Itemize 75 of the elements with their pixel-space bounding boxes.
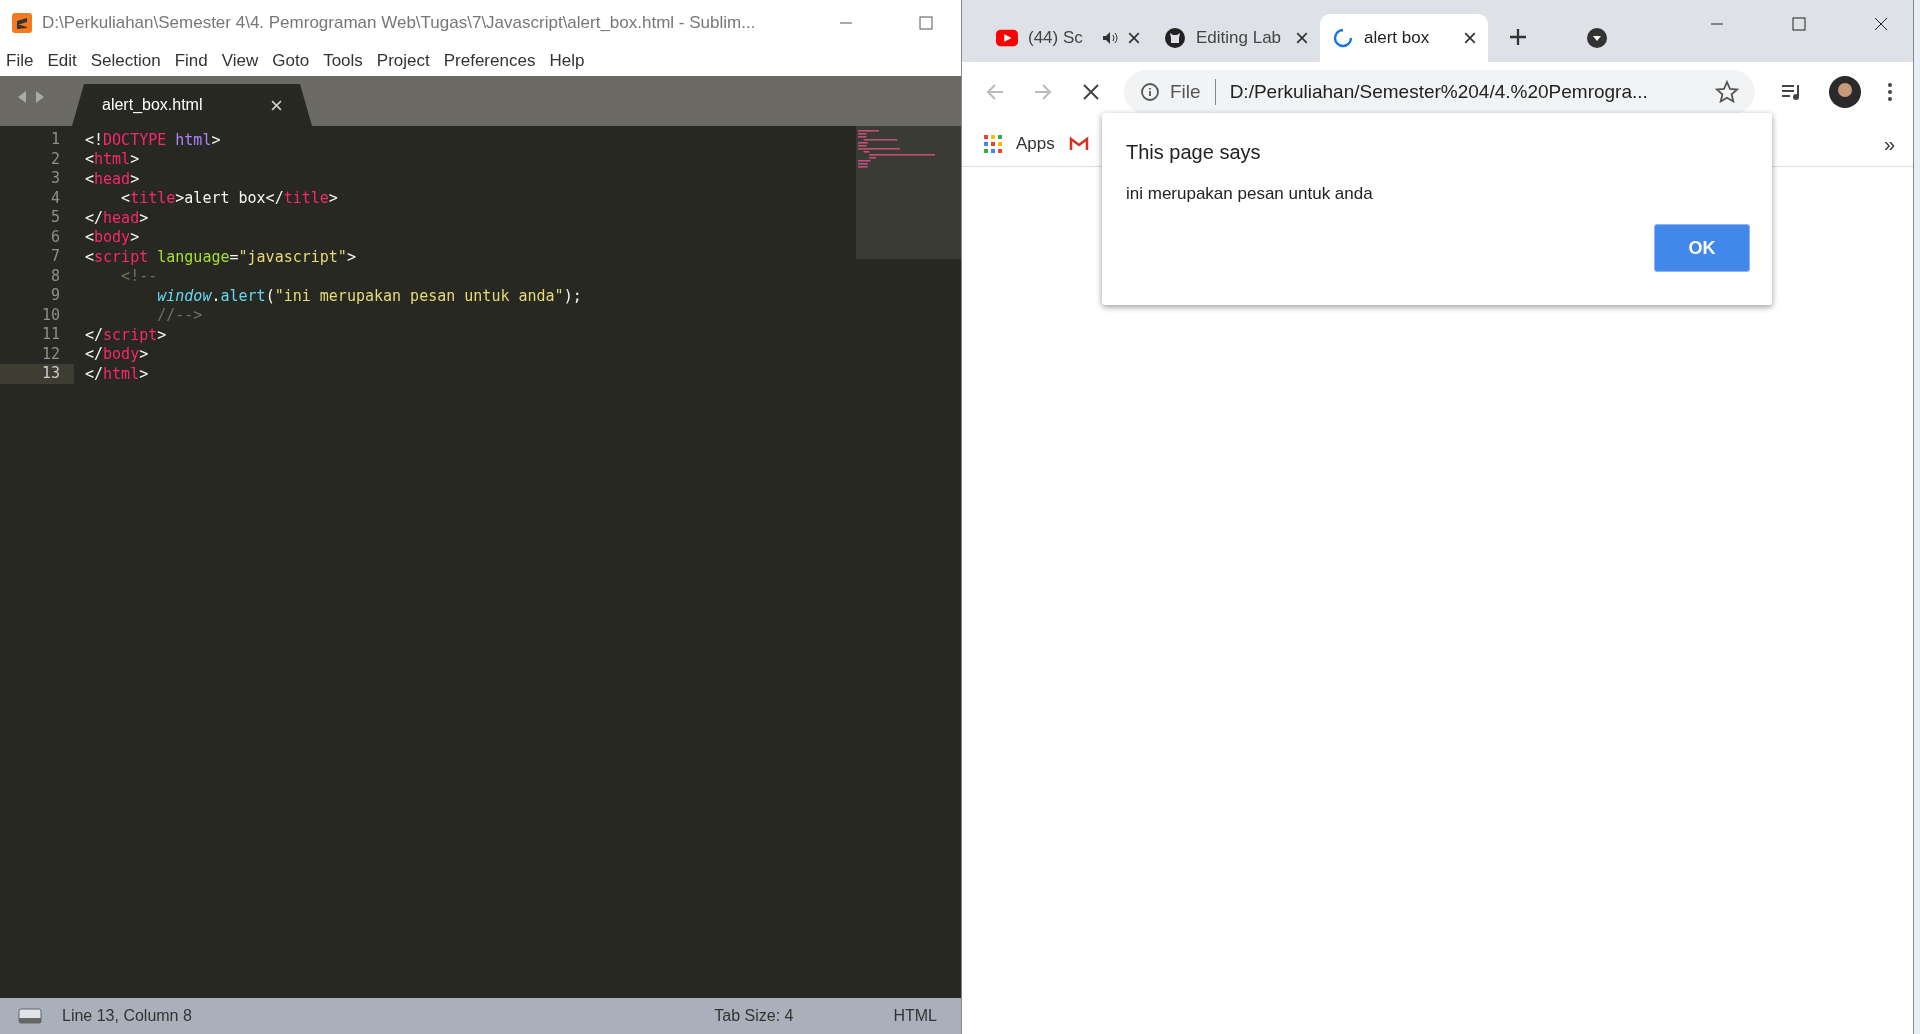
line-number: 1 [49,130,61,150]
line-number: 8 [49,266,61,286]
dialog-message: ini merupakan pesan untuk anda [1126,184,1374,204]
close-icon[interactable] [1874,17,1888,31]
cat-logo-icon [1164,28,1186,48]
cursor-position: Line 13, Column 8 [62,1007,192,1025]
line-number: 4 [49,188,61,208]
menu-item[interactable]: Help [549,51,585,71]
tab-size[interactable]: Tab Size: 4 [714,1007,794,1025]
tab-title: Editing Lab [1196,28,1283,48]
window-title: D:\Perkuliahan\Semester 4\4. Pemrograman Web\Tugas\7\Javascript\alert_box.html - Sublim... [42,13,756,33]
file-tab[interactable]: alert_box.html [72,84,312,126]
browser-tab[interactable]: (44) Sc [984,14,1152,62]
menu-item[interactable]: File [6,51,34,71]
menu-item[interactable]: Find [174,51,208,71]
panel-icon[interactable] [18,1008,42,1024]
line-number: 6 [49,227,61,247]
code-line: <!DOCTYPE html> [84,130,221,149]
star-icon[interactable] [1715,80,1739,104]
code-line: <script language="javascript"> [84,247,356,266]
code-line: //--> [156,306,203,325]
avatar[interactable] [1829,76,1861,108]
close-icon[interactable] [1464,32,1476,44]
address-bar[interactable]: File D:/Perkuliahan/Semester%204/4.%20Pemrogra... [1124,70,1755,114]
code-line: <!-- [120,267,158,286]
menu-item[interactable]: Selection [90,51,161,71]
code-line: </body> [84,345,149,364]
code-line: </script> [84,325,167,344]
mail-icon[interactable] [1068,136,1089,152]
speaker-icon[interactable] [1102,31,1118,45]
ok-button[interactable]: OK [1654,224,1750,272]
new-tab-icon[interactable] [1510,29,1526,45]
menu-item[interactable]: Goto [272,51,310,71]
browser-tab[interactable]: alert box [1320,14,1488,62]
code-line: </head> [84,208,149,227]
tab-title: alert box [1364,28,1431,48]
menu-item[interactable]: Project [376,51,430,71]
menu-item[interactable]: View [221,51,259,71]
url-text: D:/Perkuliahan/Semester%204/4.%20Pemrogra... [1229,81,1648,103]
code-line: <html> [84,150,140,169]
code-line: <title>alert box</title> [120,189,338,208]
line-number: 3 [49,169,61,189]
line-number: 12 [40,344,61,364]
scheme-label: File [1170,81,1201,103]
menu-item[interactable]: Preferences [443,51,536,71]
overflow-chevron[interactable]: » [1883,132,1895,156]
line-number: 2 [49,149,61,169]
code-line: window.alert("ini merupakan pesan untuk anda"); [156,286,582,305]
app-logo-icon [12,13,32,33]
info-icon[interactable] [1140,82,1160,102]
browser-tab[interactable]: Editing Lab [1152,14,1320,62]
line-number: 13 [0,364,74,384]
tab-title: (44) Sc [1028,28,1084,48]
close-icon[interactable] [1128,32,1140,44]
stop-icon[interactable] [1080,82,1102,102]
code-line: <head> [84,169,140,188]
close-icon[interactable] [1296,32,1308,44]
menu-icon[interactable] [1887,82,1893,102]
menu-item[interactable]: Tools [323,51,363,71]
grid-icon [984,135,1002,153]
syntax-mode[interactable]: HTML [893,1007,937,1025]
line-number: 11 [40,325,61,345]
code-line: <body> [84,228,140,247]
dialog-title: This page says [1126,141,1262,164]
play-logo-icon [996,28,1018,48]
line-number: 7 [49,247,61,267]
menu-item[interactable]: Edit [47,51,77,71]
apps-bookmark[interactable]: Apps [984,134,1055,154]
line-number: 5 [49,208,61,228]
line-number: 10 [40,305,61,325]
line-number: 9 [49,286,61,306]
loading-spinner-icon [1332,28,1354,48]
tab-search-icon[interactable] [1586,28,1607,48]
maximize-icon[interactable] [1792,17,1806,31]
code-line: </html> [84,364,149,383]
